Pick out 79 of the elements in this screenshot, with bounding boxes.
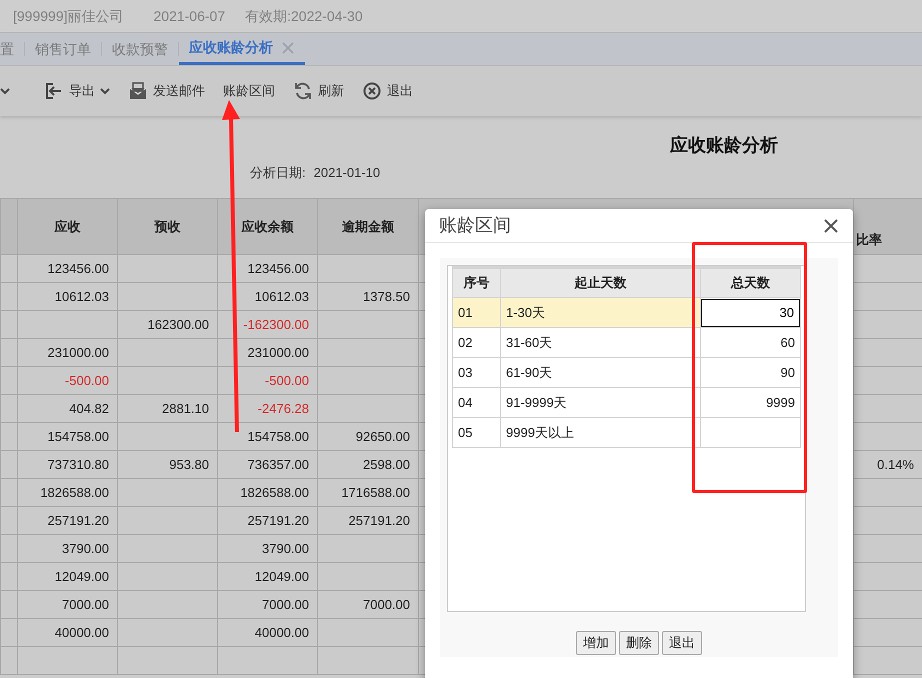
report-title: 应收账龄分析 (670, 134, 778, 157)
close-icon[interactable] (823, 218, 839, 234)
table-cell: 123456.00 (218, 254, 318, 282)
table-cell: 231000.00 (18, 338, 118, 366)
table-cell[interactable]: 31-60天 (500, 328, 700, 358)
table-cell[interactable]: 61-90天 (500, 358, 700, 388)
table-cell[interactable]: 60 (700, 328, 800, 358)
dialog-button[interactable]: 删除 (619, 631, 659, 654)
validity-date: 有效期:2022-04-30 (245, 6, 363, 26)
table-cell: 2881.10 (118, 394, 218, 422)
table-cell: 1826588.00 (218, 478, 318, 506)
table-cell: 7000.00 (318, 590, 418, 618)
table-cell: 162300.00 (118, 310, 218, 338)
column-header: 应收余额 (218, 198, 318, 254)
table-cell: 7000.00 (218, 590, 318, 618)
table-cell: 3790.00 (218, 534, 318, 562)
column-header: 应收 (18, 198, 118, 254)
table-cell: -500.00 (218, 366, 318, 394)
table-cell: 40000.00 (218, 618, 318, 646)
days-input[interactable]: 30 (701, 298, 800, 326)
table-cell: 404.82 (18, 394, 118, 422)
toolbar-button[interactable]: 发送邮件 (119, 76, 214, 106)
toolbar-button[interactable]: 退出 (353, 76, 422, 106)
table-cell: 92650.00 (318, 422, 418, 450)
column-header: 比率 (854, 198, 922, 254)
table-cell: 12049.00 (218, 562, 318, 590)
table-cell: 257191.20 (218, 506, 318, 534)
table-cell: 154758.00 (18, 422, 118, 450)
dialog-button[interactable]: 退出 (662, 631, 702, 654)
table-cell: 3790.00 (18, 534, 118, 562)
table-cell[interactable]: 04 (452, 388, 500, 418)
column-header: 序号 (452, 268, 500, 298)
refresh-icon (293, 81, 313, 101)
table-cell[interactable]: 9999 (700, 388, 800, 418)
table-cell: -2476.28 (218, 394, 318, 422)
table-cell[interactable]: 05 (452, 418, 500, 448)
table-cell: 2598.00 (318, 450, 418, 478)
toolbar-button[interactable]: 刷新 (284, 76, 353, 106)
table-cell: 1378.50 (318, 282, 418, 310)
table-cell: 1716588.00 (318, 478, 418, 506)
column-header: 逾期金额 (318, 198, 418, 254)
export-icon (44, 81, 64, 101)
toolbar-button[interactable]: 账龄区间 (214, 76, 284, 106)
column-header: 总天数 (700, 268, 800, 298)
table-cell[interactable]: 03 (452, 358, 500, 388)
table-cell: 154758.00 (218, 422, 318, 450)
company-name: [999999]丽佳公司 (13, 6, 124, 26)
table-cell: 1826588.00 (18, 478, 118, 506)
table-cell: 0.14% (854, 450, 922, 478)
table-cell: -500.00 (18, 366, 118, 394)
envelope-icon (128, 81, 148, 101)
column-header: 预收 (118, 198, 218, 254)
table-cell: 12049.00 (18, 562, 118, 590)
table-cell: 10612.03 (218, 282, 318, 310)
table-cell: 40000.00 (18, 618, 118, 646)
table-cell: 257191.20 (18, 506, 118, 534)
table-cell: 257191.20 (318, 506, 418, 534)
table-cell[interactable]: 90 (700, 358, 800, 388)
date-label: 分析日期: (250, 164, 306, 182)
table-cell[interactable]: 02 (452, 328, 500, 358)
table-cell: 737310.80 (18, 450, 118, 478)
table-cell[interactable]: 01 (452, 298, 500, 328)
login-date: 2021-06-07 (154, 6, 226, 26)
table-cell: 953.80 (118, 450, 218, 478)
table-cell[interactable]: 91-9999天 (500, 388, 700, 418)
table-cell[interactable]: 9999天以上 (500, 418, 700, 448)
toolbar-button[interactable]: 导出 (35, 76, 119, 106)
table-cell: -162300.00 (218, 310, 318, 338)
table-cell: 123456.00 (18, 254, 118, 282)
analysis-date: 2021-01-10 (314, 164, 380, 182)
table-cell: 10612.03 (18, 282, 118, 310)
table-cell: 736357.00 (218, 450, 318, 478)
circle-x-icon (362, 81, 382, 101)
table-cell[interactable]: 1-30天 (500, 298, 700, 328)
dialog-button[interactable]: 增加 (576, 631, 616, 654)
table-cell: 231000.00 (218, 338, 318, 366)
column-header: 起止天数 (500, 268, 700, 298)
table-cell: 7000.00 (18, 590, 118, 618)
dialog-title: 账龄区间 (439, 214, 511, 237)
